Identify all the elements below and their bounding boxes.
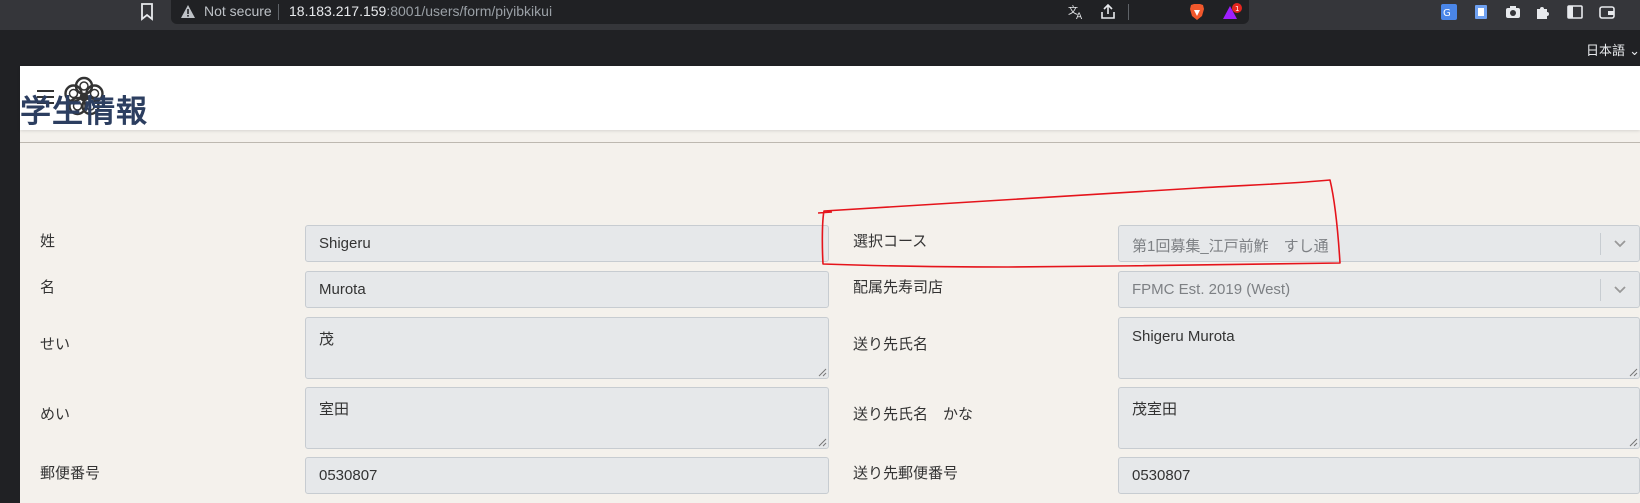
first-name-kana-label: めい: [40, 405, 71, 423]
resize-grip-icon[interactable]: [818, 438, 827, 447]
select-separator: [1600, 279, 1601, 301]
last-name-kana-value: 茂: [319, 331, 335, 348]
last-name-kana-label: せい: [40, 335, 71, 353]
sidebar-icon[interactable]: [1566, 3, 1584, 21]
recipient-postal-code-field[interactable]: 0530807: [1118, 457, 1640, 494]
recipient-name-kana-value: 茂室田: [1132, 401, 1178, 418]
recipient-postal-code-label: 送り先郵便番号: [853, 464, 959, 482]
recipient-name-kana-textarea[interactable]: 茂室田: [1118, 387, 1640, 449]
document-extension-icon[interactable]: [1472, 3, 1490, 21]
chevron-down-icon[interactable]: [1613, 238, 1627, 250]
first-name-label: 名: [40, 278, 56, 296]
omnibox-separator: [1128, 4, 1129, 20]
brave-rewards-icon[interactable]: 1: [1222, 3, 1242, 21]
page-title: 学生情報: [20, 94, 148, 130]
assigned-shop-select[interactable]: FPMC Est. 2019 (West): [1118, 271, 1640, 308]
browser-toolbar: Not secure 18.183.217.159:8001/users/for…: [0, 0, 1640, 30]
course-label: 選択コース: [853, 232, 928, 250]
first-name-field[interactable]: Murota: [305, 271, 829, 308]
chevron-down-icon: ⌄: [1629, 44, 1640, 59]
course-selected-value: 第1回募集_江戸前鮓 すし通: [1132, 238, 1329, 255]
assigned-shop-selected-value: FPMC Est. 2019 (West): [1132, 281, 1291, 298]
first-name-kana-textarea[interactable]: 室田: [305, 387, 829, 449]
app-header: [20, 66, 1640, 130]
last-name-kana-textarea[interactable]: 茂: [305, 317, 829, 379]
warning-icon[interactable]: [180, 4, 196, 20]
resize-grip-icon[interactable]: [1629, 368, 1638, 377]
postal-code-label: 郵便番号: [40, 464, 101, 482]
bookmark-icon[interactable]: [140, 3, 154, 21]
title-divider: [20, 142, 1640, 143]
resize-grip-icon[interactable]: [1629, 438, 1638, 447]
svg-text:G: G: [1443, 8, 1451, 19]
select-separator: [1600, 233, 1601, 255]
extensions-puzzle-icon[interactable]: [1534, 3, 1552, 21]
translate-bar: [0, 30, 1640, 66]
recipient-name-label: 送り先氏名: [853, 335, 929, 353]
recipient-name-kana-label: 送り先氏名 かな: [853, 405, 974, 423]
url-path: :8001/users/form/piyibkikui: [386, 3, 553, 19]
url-text[interactable]: 18.183.217.159:8001/users/form/piyibkiku…: [289, 3, 552, 19]
assigned-shop-label: 配属先寿司店: [853, 278, 944, 296]
course-select[interactable]: 第1回募集_江戸前鮓 すし通: [1118, 225, 1640, 262]
camera-icon[interactable]: [1504, 3, 1522, 21]
svg-text:A: A: [1076, 12, 1083, 21]
postal-code-field[interactable]: 0530807: [305, 457, 829, 494]
recipient-name-value: Shigeru Murota: [1132, 328, 1235, 345]
wallet-icon[interactable]: [1598, 3, 1616, 21]
security-status[interactable]: Not secure: [204, 3, 272, 19]
recipient-name-textarea[interactable]: Shigeru Murota: [1118, 317, 1640, 379]
share-icon[interactable]: [1099, 3, 1117, 21]
translate-extension-icon[interactable]: G: [1440, 3, 1458, 21]
brave-shields-icon[interactable]: [1189, 3, 1205, 21]
url-host: 18.183.217.159: [289, 3, 387, 19]
last-name-field[interactable]: Shigeru: [305, 225, 829, 262]
language-label: 日本語: [1585, 44, 1625, 59]
translate-icon[interactable]: 文A: [1067, 3, 1085, 21]
rewards-badge-count: 1: [1235, 5, 1239, 13]
first-name-kana-value: 室田: [319, 401, 350, 418]
language-selector[interactable]: 日本語 ⌄: [1586, 40, 1640, 59]
resize-grip-icon[interactable]: [818, 368, 827, 377]
url-separator: [278, 4, 279, 20]
chevron-down-icon[interactable]: [1613, 284, 1627, 296]
last-name-label: 姓: [40, 232, 56, 250]
